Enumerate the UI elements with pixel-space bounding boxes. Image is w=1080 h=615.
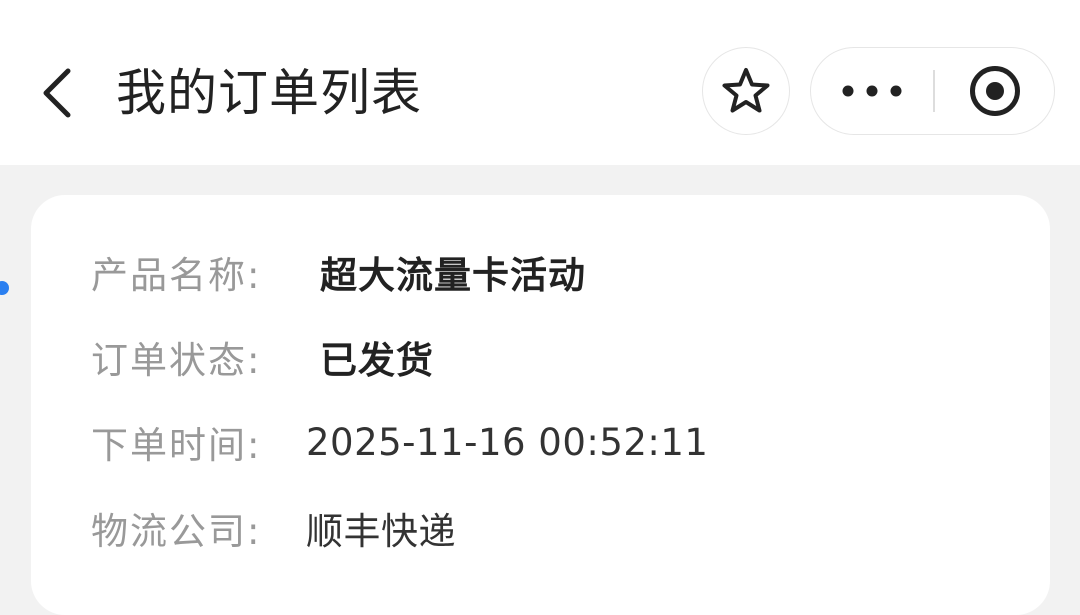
- product-name-value: 超大流量卡活动: [320, 254, 586, 297]
- order-field-logistics: 物流公司: 顺丰快递: [91, 501, 456, 555]
- order-field-product: 产品名称: 超大流量卡活动: [91, 245, 586, 299]
- field-label: 产品名称:: [91, 254, 262, 297]
- back-button[interactable]: [28, 58, 88, 128]
- mini-program-capsule: [810, 47, 1055, 135]
- header-bar: 我的订单列表: [0, 0, 1080, 165]
- order-status-value: 已发货: [320, 339, 434, 382]
- order-field-status: 订单状态: 已发货: [91, 330, 434, 384]
- star-outline-icon: [722, 68, 770, 113]
- more-button[interactable]: [811, 48, 933, 133]
- more-dots-icon: [842, 85, 902, 96]
- indicator-dot: [0, 281, 9, 295]
- order-time-value: 2025-11-16 00:52:11: [306, 420, 709, 464]
- field-label: 下单时间:: [91, 424, 262, 467]
- logistics-company-value: 顺丰快递: [306, 510, 456, 553]
- field-label: 订单状态:: [91, 339, 262, 382]
- field-label: 物流公司:: [91, 510, 262, 553]
- chevron-left-icon: [43, 68, 71, 118]
- order-field-time: 下单时间: 2025-11-16 00:52:11: [91, 415, 708, 469]
- close-button[interactable]: [935, 48, 1054, 133]
- order-card[interactable]: 产品名称: 超大流量卡活动 订单状态: 已发货 下单时间: 2025-11-16…: [31, 195, 1050, 615]
- target-circle-icon: [969, 65, 1020, 116]
- page-title: 我的订单列表: [116, 64, 422, 122]
- favorite-button[interactable]: [702, 47, 790, 135]
